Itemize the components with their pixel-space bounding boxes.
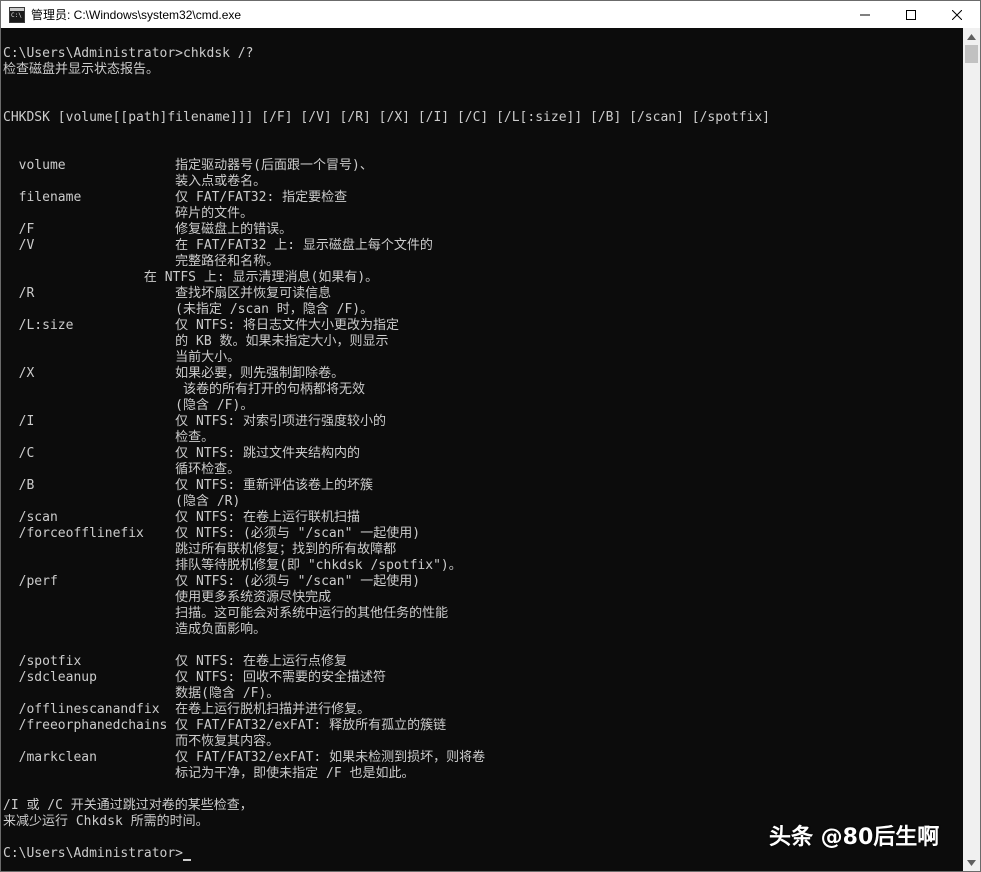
console-line: 标记为干净，即使未指定 /F 也是如此。 — [3, 766, 415, 781]
console-line: /C 仅 NTFS: 跳过文件夹结构内的 — [3, 446, 360, 461]
maximize-icon — [906, 9, 916, 20]
console-output[interactable]: C:\Users\Administrator>chkdsk /? 检查磁盘并显示状… — [1, 28, 963, 871]
console-line: /offlinescanandfix 在卷上运行脱机扫描并进行修复。 — [3, 702, 371, 717]
console-line: 跳过所有联机修复；找到的所有故障都 — [3, 542, 397, 557]
console-line: (隐含 /R) — [3, 494, 241, 509]
console-line: /V 在 FAT/FAT32 上: 显示磁盘上每个文件的 — [3, 238, 433, 253]
console-line: /freeorphanedchains 仅 FAT/FAT32/exFAT: 释… — [3, 718, 447, 733]
console-line: 的 KB 数。如果未指定大小，则显示 — [3, 334, 389, 349]
close-button[interactable] — [934, 1, 980, 28]
scroll-up-icon — [967, 33, 976, 40]
console-line: CHKDSK [volume[[path]filename]]] [/F] [/… — [3, 110, 771, 125]
console-line: 循环检查。 — [3, 462, 241, 477]
console-line: /perf 仅 NTFS: (必须与 "/scan" 一起使用) — [3, 574, 421, 589]
console-line: 使用更多系统资源尽快完成 — [3, 590, 332, 605]
console-line: 碎片的文件。 — [3, 206, 254, 221]
window-title: 管理员: C:\Windows\system32\cmd.exe — [31, 8, 242, 22]
console-line: 在 NTFS 上: 显示清理消息(如果有)。 — [3, 270, 379, 285]
console-line: (隐含 /F)。 — [3, 398, 254, 413]
title-bar[interactable]: C:\ 管理员: C:\Windows\system32\cmd.exe — [1, 1, 980, 28]
console-line: /L:size 仅 NTFS: 将日志文件大小更改为指定 — [3, 318, 399, 333]
console-line: /I 仅 NTFS: 对索引项进行强度较小的 — [3, 414, 386, 429]
console-line: 排队等待脱机修复(即 "chkdsk /spotfix")。 — [3, 558, 462, 573]
console-line: 而不恢复其内容。 — [3, 734, 280, 749]
console-line: 扫描。这可能会对系统中运行的其他任务的性能 — [3, 606, 449, 621]
console-line: 当前大小。 — [3, 350, 241, 365]
command-prompt: C:\Users\Administrator> — [3, 845, 192, 862]
console-line: /F 修复磁盘上的错误。 — [3, 222, 293, 237]
console-line: 完整路径和名称。 — [3, 254, 280, 269]
watermark: 头条 @80后生啊 — [769, 825, 940, 850]
console-line: /forceofflinefix 仅 NTFS: (必须与 "/scan" 一起… — [3, 526, 421, 541]
console-line: 检查磁盘并显示状态报告。 — [3, 62, 160, 77]
console-line: 数据(隐含 /F)。 — [3, 686, 280, 701]
console-line: /scan 仅 NTFS: 在卷上运行联机扫描 — [3, 510, 360, 525]
console-line: 装入点或卷名。 — [3, 174, 267, 189]
scrollbar-thumb[interactable] — [965, 45, 978, 63]
console-line: /R 查找坏扇区并恢复可读信息 — [3, 286, 332, 301]
console-window: C:\ 管理员: C:\Windows\system32\cmd.exe C:\… — [0, 0, 981, 872]
caption-buttons — [842, 1, 980, 28]
console-line: 检查。 — [3, 430, 215, 445]
vertical-scrollbar[interactable] — [963, 28, 980, 871]
console-line: 来减少运行 Chkdsk 所需的时间。 — [3, 814, 209, 829]
console-line: 造成负面影响。 — [3, 622, 267, 637]
console-icon[interactable]: C:\ — [9, 6, 25, 23]
close-icon — [952, 9, 962, 20]
console-line: /I 或 /C 开关通过跳过对卷的某些检查， — [3, 798, 253, 813]
console-line: 该卷的所有打开的句柄都将无效 — [3, 382, 366, 397]
console-line: /sdcleanup 仅 NTFS: 回收不需要的安全描述符 — [3, 670, 386, 685]
maximize-button[interactable] — [888, 1, 934, 28]
text-cursor — [183, 859, 192, 861]
console-line: /spotfix 仅 NTFS: 在卷上运行点修复 — [3, 654, 347, 669]
console-line: /B 仅 NTFS: 重新评估该卷上的坏簇 — [3, 478, 373, 493]
console-line: filename 仅 FAT/FAT32: 指定要检查 — [3, 190, 348, 205]
scroll-down-button[interactable] — [963, 854, 980, 871]
console-line: /markclean 仅 FAT/FAT32/exFAT: 如果未检测到损坏，则… — [3, 750, 486, 765]
console-line: /X 如果必要，则先强制卸除卷。 — [3, 366, 345, 381]
console-line: (未指定 /scan 时，隐含 /F)。 — [3, 302, 374, 317]
minimize-button[interactable] — [842, 1, 888, 28]
console-line: C:\Users\Administrator>chkdsk /? — [3, 46, 254, 61]
console-line: volume 指定驱动器号(后面跟一个冒号)、 — [3, 158, 373, 173]
minimize-icon — [860, 14, 870, 15]
scroll-up-button[interactable] — [963, 28, 980, 45]
scroll-down-icon — [967, 859, 976, 866]
